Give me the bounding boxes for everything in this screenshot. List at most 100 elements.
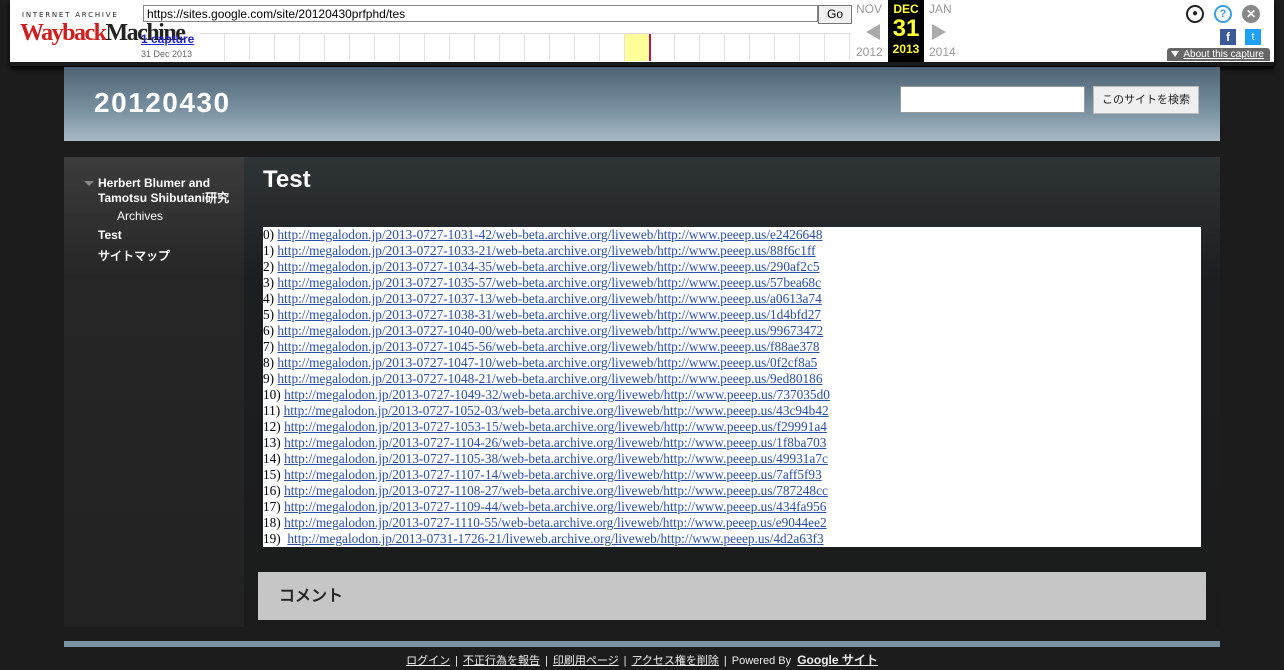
remove-access-link[interactable]: アクセス権を削除: [631, 655, 718, 667]
link-index: 17): [263, 499, 281, 514]
archive-link[interactable]: http://megalodon.jp/2013-0727-1108-27/we…: [284, 483, 828, 498]
sparkline-month-cell[interactable]: [425, 34, 450, 61]
archive-link[interactable]: http://megalodon.jp/2013-0727-1037-13/we…: [277, 291, 821, 306]
archive-link[interactable]: http://megalodon.jp/2013-0727-1045-56/we…: [277, 339, 819, 354]
link-row: 18) http://megalodon.jp/2013-0727-1110-5…: [263, 515, 1201, 531]
twitter-icon[interactable]: t: [1245, 29, 1261, 45]
site-title[interactable]: 20120430: [94, 87, 231, 119]
help-icon[interactable]: ?: [1214, 5, 1232, 23]
prev-month[interactable]: NOV: [856, 2, 882, 16]
link-row: 15) http://megalodon.jp/2013-0727-1107-1…: [263, 467, 1201, 483]
archive-link[interactable]: http://megalodon.jp/2013-0727-1110-55/we…: [284, 515, 827, 530]
sparkline-month-cell[interactable]: [275, 34, 300, 61]
next-month[interactable]: JAN: [929, 2, 952, 16]
sparkline-month-cell[interactable]: [550, 34, 575, 61]
user-icon[interactable]: ●: [1186, 5, 1204, 23]
comments-section: コメント: [258, 572, 1206, 620]
sparkline-month-cell[interactable]: [350, 34, 375, 61]
archive-link[interactable]: http://megalodon.jp/2013-0727-1031-42/we…: [277, 227, 822, 242]
sparkline-month-cell[interactable]: [225, 34, 250, 61]
archive-link[interactable]: http://megalodon.jp/2013-0727-1104-26/we…: [284, 435, 826, 450]
prev-arrow-icon[interactable]: [866, 24, 880, 40]
sparkline-month-cell[interactable]: [725, 34, 750, 61]
sparkline-month-cell[interactable]: [575, 34, 600, 61]
link-index: 7): [263, 339, 275, 354]
sparkline-month-cell[interactable]: [800, 34, 825, 61]
google-sites-link[interactable]: Google サイト: [797, 653, 878, 667]
archive-link[interactable]: http://megalodon.jp/2013-0727-1053-15/we…: [284, 419, 827, 434]
archive-link[interactable]: http://megalodon.jp/2013-0727-1035-57/we…: [277, 275, 821, 290]
sidebar-item-test[interactable]: Test: [98, 228, 122, 242]
next-arrow-icon[interactable]: [932, 24, 946, 40]
sparkline-month-cell[interactable]: [650, 34, 675, 61]
archive-link[interactable]: http://megalodon.jp/2013-0727-1034-35/we…: [277, 259, 819, 274]
print-page-link[interactable]: 印刷用ページ: [553, 655, 619, 667]
link-index: 16): [263, 483, 281, 498]
capture-marker: [649, 34, 651, 61]
main-content: Test 0) http://megalodon.jp/2013-0727-10…: [244, 157, 1220, 627]
archive-link[interactable]: http://megalodon.jp/2013-0727-1105-38/we…: [284, 451, 828, 466]
logo-top-text: INTERNET ARCHIVE: [22, 11, 119, 19]
url-input[interactable]: [143, 5, 818, 22]
login-link[interactable]: ログイン: [406, 655, 450, 667]
captures-link[interactable]: 1 capture: [141, 32, 194, 46]
sparkline-month-cell[interactable]: [200, 34, 225, 61]
link-row: 19) http://megalodon.jp/2013-0731-1726-2…: [263, 531, 1201, 547]
archive-link[interactable]: http://megalodon.jp/2013-0727-1048-21/we…: [277, 371, 822, 386]
link-index: 6): [263, 323, 275, 338]
archive-link[interactable]: http://megalodon.jp/2013-0727-1038-31/we…: [277, 307, 821, 322]
link-row: 11) http://megalodon.jp/2013-0727-1052-0…: [263, 403, 1201, 419]
wayback-toolbar: INTERNET ARCHIVE WaybackMachine Go 1 cap…: [10, 0, 1274, 66]
calendar-nav: NOV DEC 31 2013 JAN 2012 2014: [852, 0, 980, 62]
link-index: 13): [263, 435, 281, 450]
sidebar-item-archives[interactable]: Archives: [117, 209, 163, 223]
archive-link[interactable]: http://megalodon.jp/2013-0727-1052-03/we…: [284, 403, 829, 418]
capture-sparkline[interactable]: [200, 33, 850, 61]
sparkline-month-cell[interactable]: [750, 34, 775, 61]
sidebar-item-blumer[interactable]: Herbert Blumer and Tamotsu Shibutani研究: [98, 176, 238, 206]
sparkline-month-cell[interactable]: [375, 34, 400, 61]
report-abuse-link[interactable]: 不正行為を報告: [463, 655, 540, 667]
sparkline-month-cell[interactable]: [400, 34, 425, 61]
archive-link[interactable]: http://megalodon.jp/2013-0727-1040-00/we…: [277, 323, 823, 338]
archive-link[interactable]: http://megalodon.jp/2013-0727-1033-21/we…: [277, 243, 815, 258]
sparkline-month-cell[interactable]: [475, 34, 500, 61]
archive-link[interactable]: http://megalodon.jp/2013-0727-1047-10/we…: [277, 355, 817, 370]
sparkline-month-cell[interactable]: [825, 34, 850, 61]
site-search-button[interactable]: このサイトを検索: [1093, 86, 1199, 114]
sparkline-month-cell[interactable]: [300, 34, 325, 61]
sidebar-item-sitemap[interactable]: サイトマップ: [98, 247, 170, 264]
sparkline-month-cell[interactable]: [450, 34, 475, 61]
sparkline-month-cell[interactable]: [325, 34, 350, 61]
site-search-input[interactable]: [900, 86, 1085, 113]
sparkline-month-cell[interactable]: [700, 34, 725, 61]
sparkline-month-cell[interactable]: [250, 34, 275, 61]
archive-link[interactable]: http://megalodon.jp/2013-0731-1726-21/li…: [287, 531, 823, 546]
comments-title: コメント: [279, 588, 344, 605]
facebook-icon[interactable]: f: [1220, 29, 1236, 45]
about-capture-button[interactable]: About this capture: [1167, 48, 1270, 61]
close-icon[interactable]: ✕: [1242, 5, 1260, 23]
link-row: 10) http://megalodon.jp/2013-0727-1049-3…: [263, 387, 1201, 403]
link-row: 7) http://megalodon.jp/2013-0727-1045-56…: [263, 339, 1201, 355]
sparkline-month-cell[interactable]: [525, 34, 550, 61]
archive-link[interactable]: http://megalodon.jp/2013-0727-1049-32/we…: [284, 387, 830, 402]
link-list: 0) http://megalodon.jp/2013-0727-1031-42…: [263, 227, 1201, 547]
footer: ログイン | 不正行為を報告 | 印刷用ページ | アクセス権を削除 | Powered By …: [406, 653, 878, 667]
expand-triangle-icon[interactable]: [84, 181, 94, 186]
wayback-logo[interactable]: INTERNET ARCHIVE WaybackMachine: [20, 10, 186, 50]
sparkline-month-cell[interactable]: [775, 34, 800, 61]
sparkline-month-cell[interactable]: [600, 34, 625, 61]
link-row: 1) http://megalodon.jp/2013-0727-1033-21…: [263, 243, 1201, 259]
current-year: 2013: [892, 42, 920, 56]
sparkline-month-cell[interactable]: [500, 34, 525, 61]
link-row: 4) http://megalodon.jp/2013-0727-1037-13…: [263, 291, 1201, 307]
sparkline-month-cell[interactable]: [625, 34, 651, 61]
prev-year[interactable]: 2012: [856, 45, 883, 59]
next-year[interactable]: 2014: [929, 45, 956, 59]
go-button[interactable]: Go: [818, 5, 852, 24]
archive-link[interactable]: http://megalodon.jp/2013-0727-1109-44/we…: [284, 499, 826, 514]
sparkline-month-cell[interactable]: [675, 34, 700, 61]
archive-link[interactable]: http://megalodon.jp/2013-0727-1107-14/we…: [284, 467, 822, 482]
link-index: 12): [263, 419, 281, 434]
